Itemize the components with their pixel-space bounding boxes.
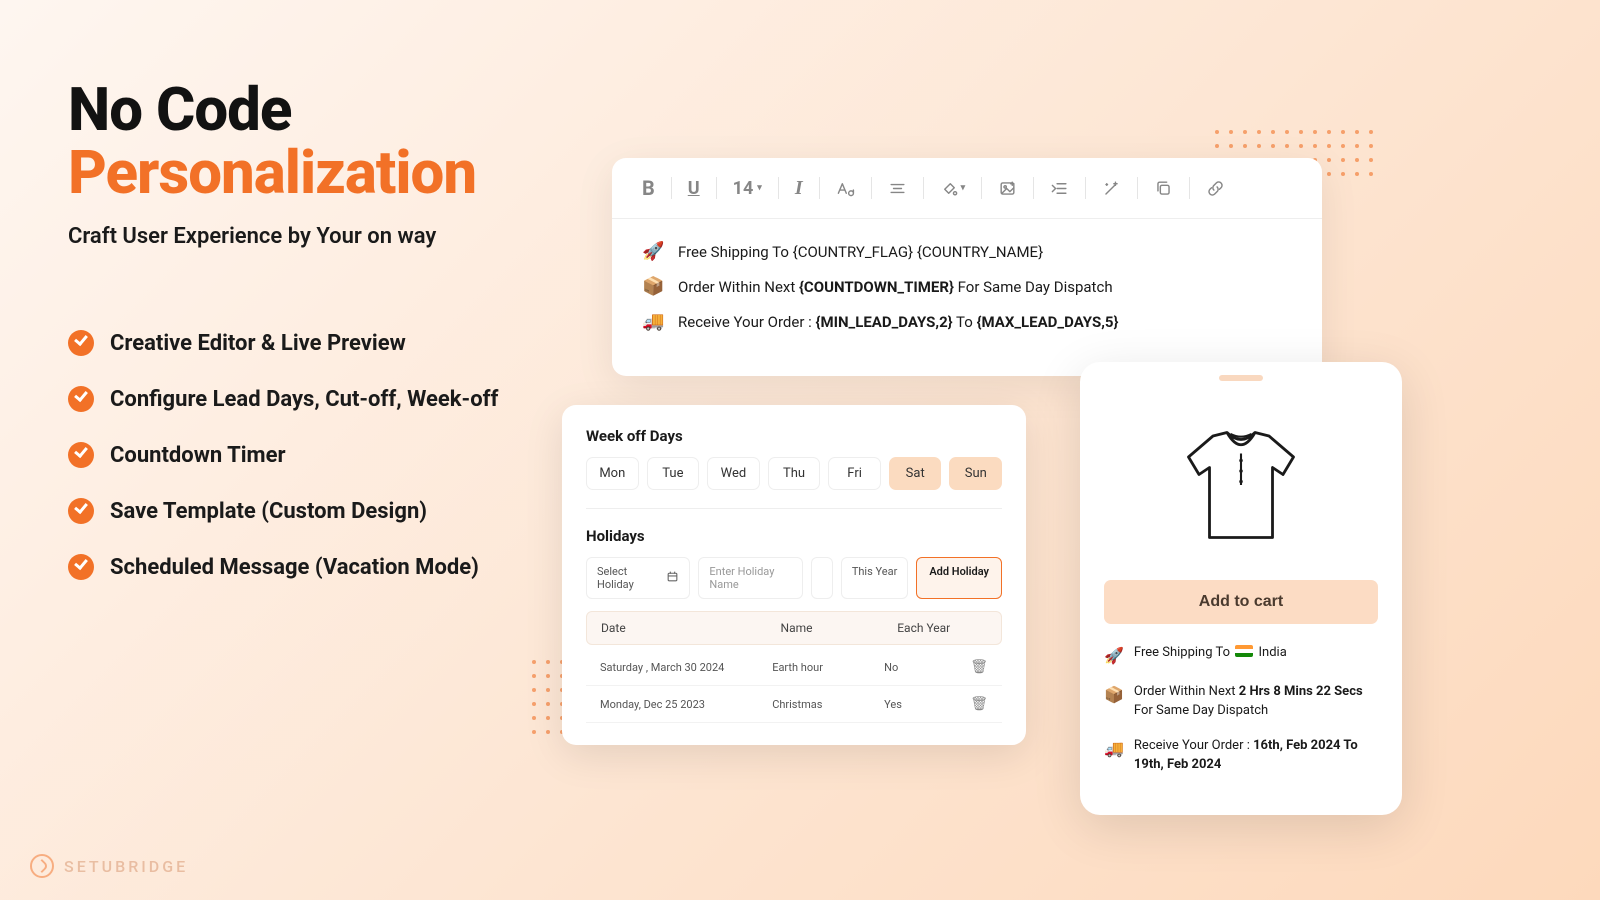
holiday-year-label: This Year bbox=[841, 557, 909, 599]
india-flag-icon bbox=[1235, 645, 1253, 657]
rocket-icon: 🚀 bbox=[642, 241, 664, 262]
holiday-row: Monday, Dec 25 2023ChristmasYes🗑 bbox=[586, 686, 1002, 723]
day-toggle-sun[interactable]: Sun bbox=[949, 457, 1002, 490]
promo-line: 🚚 Receive Your Order : 16th, Feb 2024 To… bbox=[1104, 737, 1378, 775]
feature-item: Creative Editor & Live Preview bbox=[68, 330, 498, 356]
phone-notch bbox=[1080, 362, 1402, 394]
feature-label: Scheduled Message (Vacation Mode) bbox=[110, 555, 479, 580]
phone-preview: Add to cart 🚀 Free Shipping To India 📦 O… bbox=[1080, 362, 1402, 815]
day-toggle-mon[interactable]: Mon bbox=[586, 457, 639, 490]
weekoff-title: Week off Days bbox=[586, 427, 1002, 445]
hero-title: No Code Personalization bbox=[68, 78, 476, 204]
day-toggle-sat[interactable]: Sat bbox=[889, 457, 942, 490]
feature-label: Creative Editor & Live Preview bbox=[110, 331, 406, 356]
holiday-form: Select Holiday Enter Holiday Name This Y… bbox=[586, 557, 1002, 599]
brand-name: SETUBRIDGE bbox=[64, 857, 188, 876]
holidays-title: Holidays bbox=[586, 527, 1002, 545]
brand-logo-icon bbox=[30, 854, 54, 878]
hero-subtitle: Craft User Experience by Your on way bbox=[68, 224, 476, 249]
holiday-name-input[interactable]: Enter Holiday Name bbox=[698, 557, 802, 599]
feature-label: Configure Lead Days, Cut-off, Week-off bbox=[110, 387, 498, 412]
holiday-table-body: Saturday , March 30 2024Earth hourNo🗑Mon… bbox=[586, 649, 1002, 723]
editor-line: 🚚 Receive Your Order : {MIN_LEAD_DAYS,2}… bbox=[642, 311, 1292, 332]
rich-text-editor: B U 14▾ I ▾ 🚀 Free Shipping To {COUNTRY_… bbox=[612, 158, 1322, 376]
package-icon: 📦 bbox=[1104, 683, 1124, 706]
editor-line: 🚀 Free Shipping To {COUNTRY_FLAG} {COUNT… bbox=[642, 241, 1292, 262]
hero: No Code Personalization Craft User Exper… bbox=[68, 78, 476, 249]
day-toggle-thu[interactable]: Thu bbox=[768, 457, 821, 490]
package-icon: 📦 bbox=[642, 276, 664, 297]
schedule-panel: Week off Days MonTueWedThuFriSatSun Holi… bbox=[562, 405, 1026, 745]
weekoff-days: MonTueWedThuFriSatSun bbox=[586, 457, 1002, 509]
feature-item: Scheduled Message (Vacation Mode) bbox=[68, 554, 498, 580]
holiday-row: Saturday , March 30 2024Earth hourNo🗑 bbox=[586, 649, 1002, 686]
feature-list: Creative Editor & Live Preview Configure… bbox=[68, 330, 498, 610]
check-icon bbox=[68, 386, 94, 412]
underline-button[interactable]: U bbox=[678, 174, 710, 203]
delete-icon[interactable]: 🗑 bbox=[970, 696, 988, 712]
day-toggle-wed[interactable]: Wed bbox=[707, 457, 760, 490]
image-button[interactable] bbox=[988, 175, 1027, 202]
feature-label: Countdown Timer bbox=[110, 443, 286, 468]
day-toggle-fri[interactable]: Fri bbox=[828, 457, 881, 490]
delete-icon[interactable]: 🗑 bbox=[970, 659, 988, 675]
check-icon bbox=[68, 498, 94, 524]
italic-button[interactable]: I bbox=[785, 173, 813, 204]
link-button[interactable] bbox=[1196, 175, 1235, 202]
promo-line: 🚀 Free Shipping To India bbox=[1104, 644, 1378, 667]
calendar-icon bbox=[666, 570, 679, 586]
check-icon bbox=[68, 554, 94, 580]
promo-line: 📦 Order Within Next 2 Hrs 8 Mins 22 Secs… bbox=[1104, 683, 1378, 721]
hero-title-line2: Personalization bbox=[68, 137, 476, 208]
align-button[interactable] bbox=[878, 175, 917, 202]
rocket-icon: 🚀 bbox=[1104, 644, 1124, 667]
add-holiday-button[interactable]: Add Holiday bbox=[916, 557, 1002, 599]
holiday-table-header: Date Name Each Year bbox=[586, 611, 1002, 645]
truck-icon: 🚚 bbox=[642, 311, 664, 332]
holiday-eachyear-checkbox[interactable] bbox=[811, 557, 833, 599]
check-icon bbox=[68, 330, 94, 356]
editor-toolbar: B U 14▾ I ▾ bbox=[612, 158, 1322, 219]
fontsize-select[interactable]: 14▾ bbox=[723, 174, 772, 203]
brand-footer: SETUBRIDGE bbox=[30, 854, 188, 878]
hero-title-line1: No Code bbox=[68, 74, 291, 145]
fillcolor-button[interactable]: ▾ bbox=[930, 175, 976, 202]
holiday-date-select[interactable]: Select Holiday bbox=[586, 557, 690, 599]
day-toggle-tue[interactable]: Tue bbox=[647, 457, 700, 490]
editor-line: 📦 Order Within Next {COUNTDOWN_TIMER} Fo… bbox=[642, 276, 1292, 297]
add-to-cart-button[interactable]: Add to cart bbox=[1104, 580, 1378, 624]
check-icon bbox=[68, 442, 94, 468]
tshirt-icon bbox=[1171, 410, 1311, 560]
wand-button[interactable] bbox=[1092, 175, 1131, 202]
product-area bbox=[1080, 394, 1402, 580]
editor-content[interactable]: 🚀 Free Shipping To {COUNTRY_FLAG} {COUNT… bbox=[612, 219, 1322, 376]
feature-label: Save Template (Custom Design) bbox=[110, 499, 427, 524]
feature-item: Countdown Timer bbox=[68, 442, 498, 468]
copy-button[interactable] bbox=[1144, 175, 1183, 202]
truck-icon: 🚚 bbox=[1104, 737, 1124, 760]
feature-item: Save Template (Custom Design) bbox=[68, 498, 498, 524]
indent-button[interactable] bbox=[1040, 175, 1079, 202]
promo-list: 🚀 Free Shipping To India 📦 Order Within … bbox=[1080, 624, 1402, 775]
bold-button[interactable]: B bbox=[632, 172, 665, 204]
feature-item: Configure Lead Days, Cut-off, Week-off bbox=[68, 386, 498, 412]
textcase-button[interactable] bbox=[826, 175, 865, 202]
